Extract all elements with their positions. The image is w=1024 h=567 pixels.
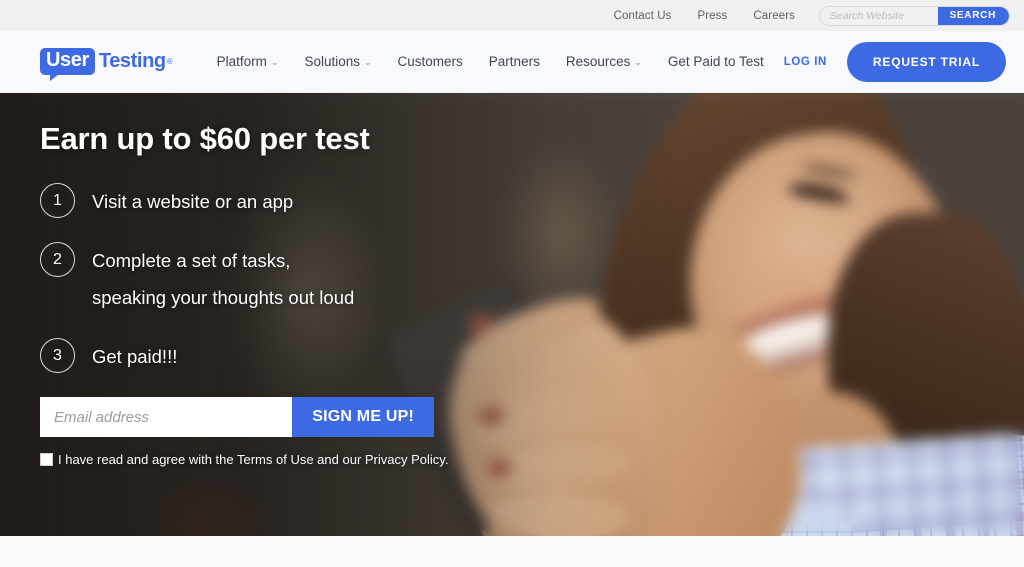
sign-me-up-button[interactable]: SIGN ME UP! — [292, 397, 434, 437]
utility-link-contact-us[interactable]: Contact Us — [614, 10, 672, 22]
logo-badge-user: User — [40, 48, 95, 81]
nav-item-solutions[interactable]: Solutions ⌄ — [304, 54, 371, 69]
terms-label: I have read and agree with the Terms of … — [58, 452, 449, 467]
page-root: Contact Us Press Careers SEARCH User Tes… — [0, 0, 1024, 567]
request-trial-button[interactable]: REQUEST TRIAL — [846, 41, 1006, 82]
step-number-badge: 3 — [40, 338, 75, 373]
nav-label-get-paid-to-test: Get Paid to Test — [667, 54, 764, 69]
chevron-down-icon: ⌄ — [270, 57, 279, 67]
logo-usertesting[interactable]: User Testing ® — [40, 48, 173, 81]
utility-link-careers[interactable]: Careers — [753, 10, 795, 22]
nav-item-get-paid-to-test[interactable]: Get Paid to Test — [668, 54, 764, 69]
step-text: Get paid!!! — [92, 346, 178, 367]
nav-label-partners: Partners — [488, 54, 540, 69]
hero-steps-list: 1 Visit a website or an app 2 Complete a… — [40, 183, 448, 375]
registered-trademark-icon: ® — [166, 57, 173, 66]
page-below-fold — [0, 536, 1024, 567]
hero-step-1: 1 Visit a website or an app — [40, 183, 448, 220]
nav-label-platform: Platform — [216, 54, 267, 69]
site-search: SEARCH — [819, 5, 1010, 26]
step-number-badge: 1 — [40, 183, 75, 218]
step-text: Complete a set of tasks, speaking your t… — [92, 242, 354, 316]
step-number-badge: 2 — [40, 242, 75, 277]
nav-label-solutions: Solutions — [304, 54, 360, 69]
primary-nav: Platform ⌄ Solutions ⌄ Customers Partner… — [217, 54, 764, 69]
hero-headline: Earn up to $60 per test — [40, 121, 370, 156]
hero-section: Earn up to $60 per test 1 Visit a websit… — [0, 93, 1024, 536]
header-actions: LOG IN REQUEST TRIAL — [784, 41, 1006, 82]
email-input[interactable] — [40, 397, 293, 437]
hero-step-2: 2 Complete a set of tasks, speaking your… — [40, 242, 448, 316]
search-button[interactable]: SEARCH — [937, 6, 1009, 25]
search-input[interactable] — [820, 6, 938, 25]
nav-item-partners[interactable]: Partners — [489, 54, 540, 69]
step-text-line-1: Complete a set of tasks, — [92, 250, 291, 271]
nav-item-resources[interactable]: Resources ⌄ — [566, 54, 642, 69]
nav-label-resources: Resources — [565, 54, 631, 69]
nav-label-customers: Customers — [397, 54, 463, 69]
chevron-down-icon: ⌄ — [634, 57, 642, 67]
utility-links: Contact Us Press Careers — [614, 10, 795, 22]
hero-content: Earn up to $60 per test 1 Visit a websit… — [40, 121, 448, 467]
hero-step-3: 3 Get paid!!! — [40, 338, 448, 375]
top-utility-bar: Contact Us Press Careers SEARCH — [0, 0, 1024, 31]
utility-link-press[interactable]: Press — [697, 10, 727, 22]
main-header: User Testing ® Platform ⌄ Solutions ⌄ Cu… — [0, 31, 1024, 93]
chevron-down-icon: ⌄ — [363, 57, 372, 67]
terms-checkbox[interactable] — [40, 453, 53, 466]
step-text: Visit a website or an app — [92, 191, 294, 212]
signup-form: SIGN ME UP! — [40, 397, 434, 437]
logo-word-testing: Testing — [98, 50, 166, 72]
step-text-line-2: speaking your thoughts out loud — [92, 287, 355, 308]
nav-item-platform[interactable]: Platform ⌄ — [217, 54, 279, 69]
terms-agreement: I have read and agree with the Terms of … — [40, 452, 448, 467]
login-link[interactable]: LOG IN — [784, 56, 827, 68]
nav-item-customers[interactable]: Customers — [398, 54, 463, 69]
